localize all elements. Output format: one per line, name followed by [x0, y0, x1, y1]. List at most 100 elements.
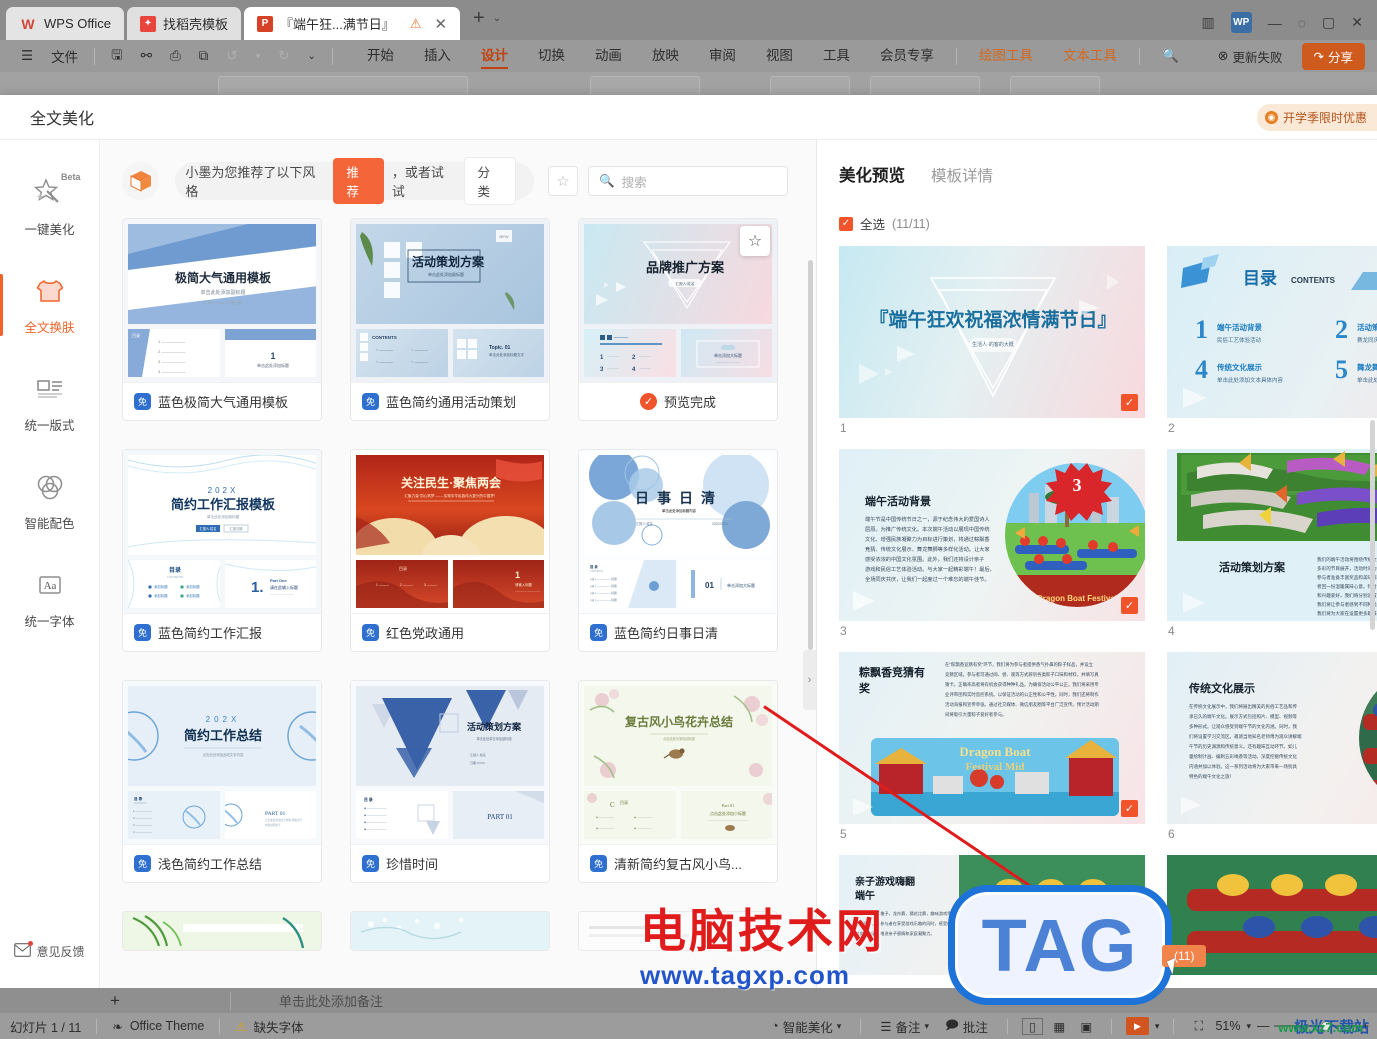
play-dropdown-icon[interactable]: ▾ [1155, 1021, 1160, 1032]
template-toolbar: 小墨为您推荐了以下风格 推荐 ，或者试试 分类 ☆ 🔍 搜索 [100, 140, 816, 212]
collapse-panel-handle[interactable]: › [803, 650, 816, 710]
tab-tools[interactable]: 工具 [808, 40, 865, 72]
close-icon[interactable]: ✕ [434, 15, 447, 33]
svg-text:———————— ————————: ———————— ———————— [708, 819, 748, 822]
update-status[interactable]: ⊗ 更新失败 [1213, 47, 1288, 66]
free-badge: 免 [134, 393, 151, 410]
template-card[interactable]: 日事日清 单击此处添加标题内容 汇报人:姓名 2020/01/01 目 录 CO… [578, 449, 778, 652]
tab-slideshow[interactable]: 放映 [637, 40, 694, 72]
slide-thumb[interactable]: 粽飘香竞猜有 奖 在"粽飘香竞猜有奖"环节，我们将为参与者提供香气扑鼻的粽子样品… [839, 652, 1145, 848]
svg-text:| ▤ | ————— 标题: | ▤ | ————— 标题 [590, 577, 617, 581]
template-card[interactable]: ☆ 品牌推广方案 汇报人:姓名 1 2 3 4 ———— ———— ———— —… [578, 218, 778, 421]
tab-beautify-preview[interactable]: 美化预览 [839, 162, 905, 186]
free-badge: 免 [134, 855, 151, 872]
select-all-checkbox[interactable]: ✓ [839, 216, 853, 231]
search-input[interactable]: 🔍 搜索 [588, 166, 788, 196]
slide-thumb[interactable]: 活动策划方案 我们的端午活动将围绕传统文化展示，竞猜游戏等 多彩的节目展开，活动… [1167, 449, 1377, 645]
template-card[interactable]: 关注民生·聚焦两会 汇聚力量·同心筑梦 —— 实现中华民族伟大复兴的中国梦！ 目… [350, 449, 550, 652]
sidebar-item-full-text-skin[interactable]: 全文换肤 [0, 256, 99, 354]
tab-start[interactable]: 开始 [352, 40, 409, 72]
undo-dropdown-icon[interactable]: ▾ [247, 51, 270, 62]
template-scrollbar[interactable] [808, 260, 813, 650]
add-slide-button[interactable]: + [0, 991, 230, 1011]
sidebar-item-unified-font[interactable]: Aa 统一字体 [0, 550, 99, 648]
template-card[interactable]: 202X 简约工作总结 点击此处添加此段文字内容 目 录 CONTENTS 1 … [122, 680, 322, 883]
save-icon[interactable]: 🖫 [102, 45, 132, 68]
new-tab-button[interactable]: + [463, 7, 493, 34]
slide-thumb[interactable]: 『端午狂欢祝福浓情满节日』 生活人·的客的大概 ✓ 1 [839, 246, 1145, 442]
tab-view[interactable]: 视图 [751, 40, 808, 72]
template-card[interactable]: 极简大气通用模板 单击此处添加副标题 汇报人:XXX 汇报日期 目录 1 ———… [122, 218, 322, 421]
view-reading-icon[interactable]: ▣ [1076, 1018, 1097, 1035]
tab-insert[interactable]: 插入 [409, 40, 466, 72]
filter-recommended-chip[interactable]: 推荐 [333, 158, 384, 204]
close-window-button[interactable]: ✕ [1351, 14, 1363, 31]
file-menu[interactable]: 文件 [42, 46, 87, 66]
view-sorter-icon[interactable]: ▦ [1049, 1018, 1070, 1035]
tab-member[interactable]: 会员专享 [865, 40, 949, 72]
tab-template-details[interactable]: 模板详情 [931, 164, 993, 186]
tab-drawing-tools[interactable]: 绘图工具 [964, 40, 1048, 72]
tab-design[interactable]: 设计 [466, 40, 523, 72]
missing-font-label[interactable]: 缺失字体 [254, 1017, 304, 1036]
smart-beautify-button[interactable]: ◔ 智能美化 ▾ [766, 1017, 846, 1036]
slide-checkbox[interactable]: ✓ [1121, 800, 1138, 817]
svg-text:童绘制计画、编制五彩绳香等活动。深度挖掘传统文化: 童绘制计画、编制五彩绳香等活动。深度挖掘传统文化 [1189, 753, 1297, 760]
print-icon[interactable]: ⎙ [161, 48, 190, 64]
divider [955, 47, 957, 65]
print-preview-icon[interactable]: ⧉ [190, 48, 218, 64]
warning-icon[interactable]: ⚠ [410, 16, 422, 32]
feedback-button[interactable]: 意见反馈 [0, 941, 99, 960]
hamburger-icon[interactable]: ☰ [12, 48, 42, 64]
filter-category-chip[interactable]: 分类 [463, 157, 516, 205]
template-card[interactable] [350, 911, 550, 951]
view-normal-icon[interactable]: ▯ [1021, 1017, 1043, 1035]
template-card[interactable]: 202X 简约工作汇报模板 单击此处添加副标题 汇报人:姓名 汇报日期 目录 C… [122, 449, 322, 652]
sidebar-item-one-click-beautify[interactable]: Beta 一键美化 [0, 158, 99, 256]
quick-access-dropdown-icon[interactable]: ⌄ [299, 51, 325, 62]
minimize-button[interactable]: — [1268, 15, 1282, 31]
template-card[interactable]: NEW 活动策划方案 单击此处添加副标题 CONTENTS ⌁ ———— ⌁ —… [350, 218, 550, 421]
tab-transition[interactable]: 切换 [523, 40, 580, 72]
redo-icon[interactable]: ↻ [269, 48, 298, 64]
slide-thumb[interactable]: Dragon Boat Festival 3 端午活动背景 端午节是中国传统节日… [839, 449, 1145, 645]
search-icon[interactable]: 🔍 [1147, 40, 1194, 72]
tab-wps-office[interactable]: W WPS Office [6, 7, 124, 40]
avatar[interactable]: WP [1230, 12, 1252, 33]
chevron-down-icon[interactable]: ⌄ [493, 13, 507, 28]
undo-icon[interactable]: ↺ [217, 48, 246, 64]
tab-text-tools[interactable]: 文本工具 [1048, 40, 1132, 72]
font-aa-icon: Aa [33, 568, 67, 602]
template-card[interactable]: 活动策划方案 单击此处单击添加副标题 汇报人:姓名 日期:XXXX 目 录 ◆ … [350, 680, 550, 883]
favorites-button[interactable]: ☆ [548, 166, 578, 196]
promo-banner[interactable]: ◉ 开学季限时优惠 [1256, 104, 1377, 131]
fit-to-window-icon[interactable]: ⛶ [1188, 1018, 1209, 1035]
slide-checkbox[interactable]: ✓ [1121, 394, 1138, 411]
comments-button[interactable]: 🗩 批注 [940, 1016, 993, 1037]
cloud-icon[interactable]: ◌ [1298, 15, 1306, 31]
tab-docer-template[interactable]: ✦ 找稻壳模板 [126, 7, 241, 40]
panel-toggle-icon[interactable]: ▥ [1201, 14, 1214, 31]
theme-label[interactable]: Office Theme [130, 1019, 205, 1033]
play-icon[interactable]: ▶ [1125, 1017, 1149, 1035]
maximize-button[interactable]: ▢ [1322, 14, 1335, 31]
tab-active-document[interactable]: P 『端午狂...满节日』 ⚠ ✕ [243, 7, 461, 40]
template-card[interactable] [122, 911, 322, 951]
tab-animation[interactable]: 动画 [580, 40, 637, 72]
select-all-row[interactable]: ✓ 全选 (11/11) [817, 186, 1377, 233]
favorite-star-icon[interactable]: ☆ [740, 226, 770, 256]
tab-review[interactable]: 审阅 [694, 40, 751, 72]
slide-thumb[interactable]: 目录 CONTENTS 1 2 4 5 端午活动背景 活动策划方案 [1167, 246, 1377, 442]
share-button[interactable]: ↷ 分享 [1301, 42, 1365, 70]
cloud-sync-icon[interactable]: ⚯ [132, 48, 161, 64]
zoom-out-button[interactable]: — [1257, 1019, 1270, 1033]
sidebar-item-unified-layout[interactable]: 统一版式 [0, 354, 99, 452]
template-card[interactable]: 复古风小鸟花卉总结 点击此处可添加副标题 C 目录 ◆ —————— ◆ ———… [578, 680, 778, 883]
preview-scrollbar[interactable] [1370, 420, 1375, 630]
slide-checkbox[interactable]: ✓ [1121, 597, 1138, 614]
slide-thumb[interactable]: 传统文化展示 在传统文化展示中，我们将展出精美的民俗工艺品和传 承已久的端午文化… [1167, 652, 1377, 848]
notes-button[interactable]: ☰ 备注 ▾ [875, 1017, 934, 1036]
notes-placeholder[interactable]: 单击此处添加备注 [231, 991, 383, 1010]
sidebar-item-smart-color[interactable]: 智能配色 [0, 452, 99, 550]
zoom-dropdown-icon[interactable]: ▾ [1246, 1021, 1251, 1032]
